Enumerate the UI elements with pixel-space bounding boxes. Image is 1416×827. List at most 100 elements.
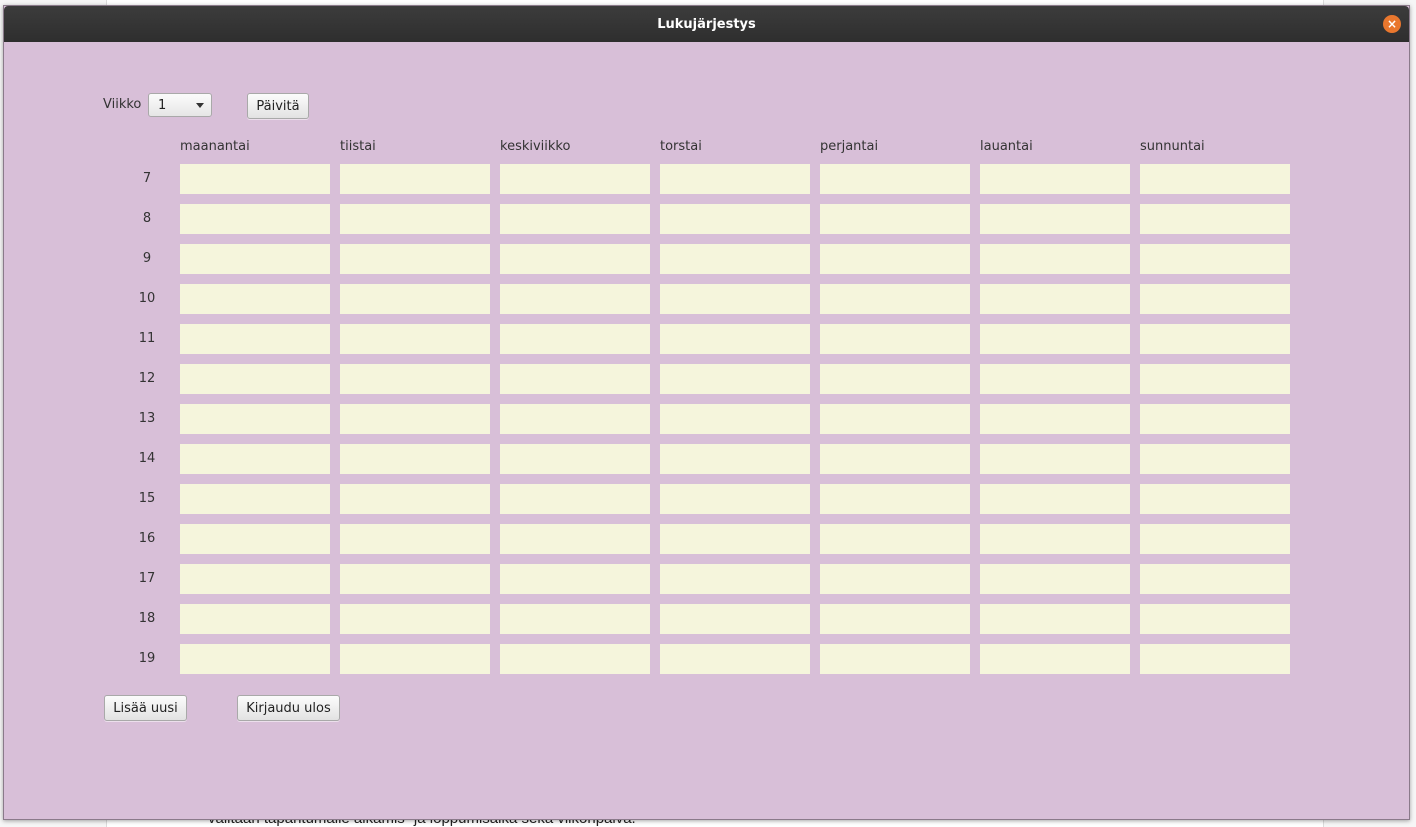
logout-button[interactable]: Kirjaudu ulos [237, 695, 340, 721]
week-select[interactable]: 1 [148, 93, 212, 117]
timetable-cell[interactable] [820, 204, 970, 234]
close-icon[interactable]: × [1383, 15, 1401, 33]
timetable-cell[interactable] [500, 604, 650, 634]
timetable-cell[interactable] [500, 444, 650, 474]
timetable-cell[interactable] [820, 244, 970, 274]
timetable-cell[interactable] [180, 444, 330, 474]
add-new-button[interactable]: Lisää uusi [104, 695, 187, 721]
timetable-cell[interactable] [500, 284, 650, 314]
timetable-cell[interactable] [340, 484, 490, 514]
refresh-button[interactable]: Päivitä [247, 93, 309, 119]
timetable-cell[interactable] [1140, 204, 1290, 234]
timetable-cell[interactable] [660, 404, 810, 434]
timetable-cell[interactable] [980, 444, 1130, 474]
timetable-cell[interactable] [660, 644, 810, 674]
timetable-cell[interactable] [660, 284, 810, 314]
timetable-cell[interactable] [1140, 164, 1290, 194]
timetable-cell[interactable] [660, 364, 810, 394]
timetable-cell[interactable] [980, 644, 1130, 674]
timetable-cell[interactable] [340, 284, 490, 314]
day-header: tiistai [340, 139, 376, 154]
timetable-cell[interactable] [180, 164, 330, 194]
timetable-cell[interactable] [180, 644, 330, 674]
timetable-cell[interactable] [1140, 524, 1290, 554]
timetable-cell[interactable] [1140, 364, 1290, 394]
timetable-cell[interactable] [820, 404, 970, 434]
timetable-cell[interactable] [820, 324, 970, 354]
timetable-cell[interactable] [180, 244, 330, 274]
week-select-value: 1 [158, 98, 167, 113]
timetable-cell[interactable] [340, 164, 490, 194]
timetable-cell[interactable] [340, 364, 490, 394]
timetable-cell[interactable] [340, 244, 490, 274]
timetable-cell[interactable] [500, 484, 650, 514]
timetable-cell[interactable] [1140, 564, 1290, 594]
timetable-cell[interactable] [1140, 244, 1290, 274]
timetable-cell[interactable] [980, 564, 1130, 594]
timetable-cell[interactable] [820, 164, 970, 194]
timetable-cell[interactable] [500, 164, 650, 194]
timetable-cell[interactable] [340, 524, 490, 554]
timetable-cell[interactable] [1140, 484, 1290, 514]
timetable-cell[interactable] [660, 164, 810, 194]
timetable-cell[interactable] [180, 564, 330, 594]
timetable-cell[interactable] [820, 604, 970, 634]
timetable-cell[interactable] [660, 564, 810, 594]
timetable-cell[interactable] [500, 524, 650, 554]
timetable-cell[interactable] [180, 204, 330, 234]
timetable-cell[interactable] [980, 604, 1130, 634]
timetable-cell[interactable] [660, 324, 810, 354]
timetable-cell[interactable] [820, 524, 970, 554]
timetable-cell[interactable] [180, 604, 330, 634]
timetable-cell[interactable] [500, 644, 650, 674]
timetable-cell[interactable] [500, 404, 650, 434]
timetable-cell[interactable] [820, 644, 970, 674]
timetable-cell[interactable] [1140, 404, 1290, 434]
timetable-cell[interactable] [180, 364, 330, 394]
timetable-cell[interactable] [980, 484, 1130, 514]
timetable-cell[interactable] [660, 484, 810, 514]
timetable-cell[interactable] [340, 204, 490, 234]
timetable-cell[interactable] [980, 204, 1130, 234]
timetable-cell[interactable] [820, 564, 970, 594]
titlebar[interactable]: Lukujärjestys × [4, 6, 1409, 42]
timetable-cell[interactable] [980, 524, 1130, 554]
timetable-cell[interactable] [500, 364, 650, 394]
timetable-cell[interactable] [180, 524, 330, 554]
timetable-cell[interactable] [1140, 644, 1290, 674]
timetable-cell[interactable] [180, 404, 330, 434]
timetable-cell[interactable] [980, 164, 1130, 194]
timetable-cell[interactable] [340, 444, 490, 474]
timetable-cell[interactable] [340, 604, 490, 634]
timetable-cell[interactable] [660, 604, 810, 634]
timetable-cell[interactable] [1140, 324, 1290, 354]
timetable-cell[interactable] [980, 284, 1130, 314]
timetable-cell[interactable] [1140, 284, 1290, 314]
timetable-cell[interactable] [660, 204, 810, 234]
timetable-cell[interactable] [180, 324, 330, 354]
timetable-cell[interactable] [660, 524, 810, 554]
timetable-cell[interactable] [660, 444, 810, 474]
timetable-cell[interactable] [340, 404, 490, 434]
timetable-cell[interactable] [820, 484, 970, 514]
timetable-cell[interactable] [980, 404, 1130, 434]
timetable-cell[interactable] [980, 244, 1130, 274]
timetable-cell[interactable] [1140, 444, 1290, 474]
timetable-cell[interactable] [500, 204, 650, 234]
timetable-cell[interactable] [340, 564, 490, 594]
timetable-cell[interactable] [500, 244, 650, 274]
timetable-cell[interactable] [180, 284, 330, 314]
timetable-cell[interactable] [660, 244, 810, 274]
timetable-cell[interactable] [980, 364, 1130, 394]
timetable-cell[interactable] [340, 644, 490, 674]
timetable-cell[interactable] [500, 564, 650, 594]
timetable-cell[interactable] [820, 364, 970, 394]
timetable-cell[interactable] [820, 284, 970, 314]
timetable-cell[interactable] [820, 444, 970, 474]
timetable-cell[interactable] [500, 324, 650, 354]
timetable-cell[interactable] [980, 324, 1130, 354]
timetable-cell[interactable] [1140, 604, 1290, 634]
timetable-cell[interactable] [180, 484, 330, 514]
timetable-cell[interactable] [340, 324, 490, 354]
hour-label: 7 [142, 171, 152, 186]
